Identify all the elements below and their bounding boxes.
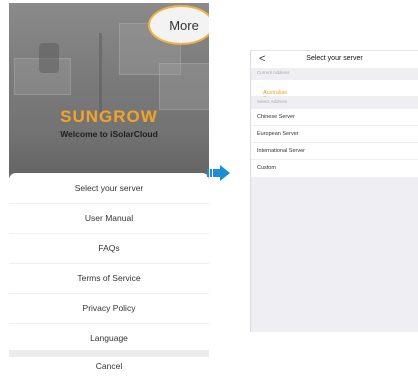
server-row-current[interactable]: Australian Server ✓ [251,80,418,102]
right-arrow-icon [207,165,230,181]
server-label: International Server [257,148,305,154]
server-label: European Server [257,131,299,137]
nav-bar: < Select your server [251,51,418,68]
sheet-item-label: User Manual [84,213,134,223]
server-label: Custom [257,165,276,171]
select-server-screen: < Select your server Current Address Aus… [250,50,418,332]
sheet-item-language[interactable]: Language [9,323,209,353]
more-button[interactable]: More [148,5,209,45]
sheet-item-user-manual[interactable]: User Manual [9,203,209,234]
check-icon: ✓ [263,90,268,96]
sheet-item-select-server[interactable]: Select your server [9,173,209,204]
sheet-item-label: Privacy Policy [82,303,136,313]
sheet-item-faqs[interactable]: FAQs [9,233,209,264]
sheet-item-terms[interactable]: Terms of Service [9,263,209,294]
sheet-item-label: Language [90,333,128,343]
server-label: Chinese Server [257,114,295,120]
welcome-text: Welcome to iSolarCloud [60,129,158,139]
section-header-current: Current Address [251,68,418,80]
cancel-button[interactable]: Cancel [9,357,209,375]
sheet-divider [9,350,209,357]
brand-logo: SUNGROW [60,107,158,126]
server-row-custom[interactable]: Custom [251,160,418,177]
action-sheet: Select your server User Manual FAQs Term… [9,173,209,375]
section-header-select: Select Address [251,97,418,109]
sheet-item-label: Select your server [74,183,144,193]
more-label: More [169,17,199,33]
sheet-item-label: Terms of Service [77,273,141,283]
server-row-international[interactable]: International Server [251,143,418,160]
server-row-european[interactable]: European Server [251,126,418,143]
server-row-chinese[interactable]: Chinese Server [251,109,418,126]
login-screen: More SUNGROW Welcome to iSolarCloud Sele… [9,3,209,375]
sheet-item-label: FAQs [98,243,120,253]
sheet-item-privacy[interactable]: Privacy Policy [9,293,209,324]
page-title: Select your server [306,55,363,62]
